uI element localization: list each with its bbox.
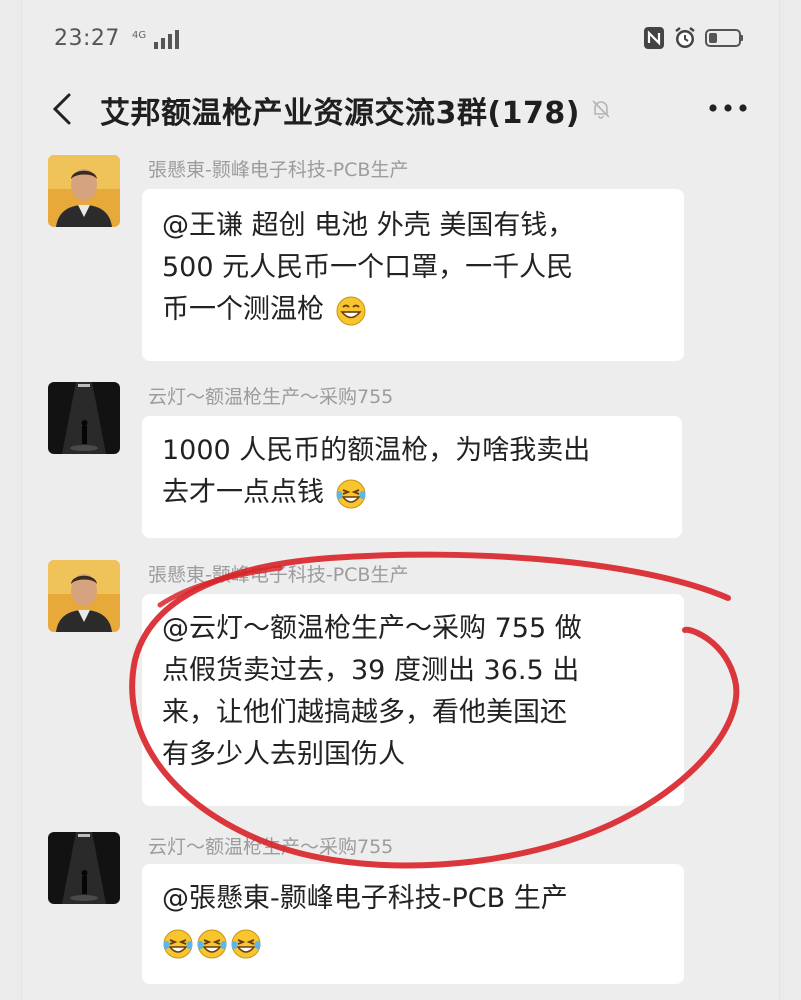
signal-icon: 4G xyxy=(132,28,184,54)
more-options-icon[interactable] xyxy=(707,96,749,120)
man-portrait-icon xyxy=(48,155,120,227)
message-line: 有多少人去别国伤人 xyxy=(162,739,405,770)
sender-name: 張懸東-颢峰电子科技-PCB生产 xyxy=(148,564,409,586)
chat-screen: 23:27 4G 艾邦额温枪产业资源交流3群(178) 張懸東-颢峰电子科技-P… xyxy=(22,0,779,1000)
sender-name: 張懸東-颢峰电子科技-PCB生产 xyxy=(148,159,409,181)
message-bubble[interactable]: 1000 人民币的额温枪，为啥我卖出 去才一点点钱 xyxy=(142,416,682,538)
avatar[interactable] xyxy=(48,382,120,454)
avatar[interactable] xyxy=(48,155,120,227)
mute-bell-icon xyxy=(592,100,610,119)
nfc-icon xyxy=(644,27,664,49)
message-line: @張懸東-颢峰电子科技-PCB 生产 xyxy=(162,883,568,914)
man-portrait-icon xyxy=(48,560,120,632)
message-line: 来，让他们越搞越多，看他美国还 xyxy=(162,697,567,728)
battery-icon xyxy=(705,29,743,47)
message-line: 去才一点点钱 xyxy=(162,477,324,508)
message-line: @王谦 超创 电池 外壳 美国有钱， xyxy=(162,210,575,241)
chat-header: 艾邦额温枪产业资源交流3群(178) xyxy=(22,78,779,138)
laugh-cry-emoji-icon xyxy=(336,479,366,508)
signal-label: 4G xyxy=(132,30,146,41)
dark-stage-figure-icon xyxy=(48,382,120,454)
dark-stage-figure-icon xyxy=(48,832,120,904)
message-line: @云灯～额温枪生产～采购 755 做 xyxy=(162,613,582,644)
message-bubble[interactable]: @王谦 超创 电池 外壳 美国有钱， 500 元人民币一个口罩，一千人民 币一个… xyxy=(142,189,684,361)
sender-name: 云灯～额温枪生产～采购755 xyxy=(148,836,394,858)
laugh-cry-emoji-icon xyxy=(197,929,227,958)
alarm-icon xyxy=(675,27,695,48)
avatar[interactable] xyxy=(48,560,120,632)
message-bubble[interactable]: @云灯～额温枪生产～采购 755 做 点假货卖过去，39 度测出 36.5 出 … xyxy=(142,594,684,806)
avatar[interactable] xyxy=(48,832,120,904)
message-line: 币一个测温枪 xyxy=(162,294,324,325)
laugh-cry-emoji-icon xyxy=(231,929,261,958)
message-line: 1000 人民币的额温枪，为啥我卖出 xyxy=(162,435,591,466)
laugh-cry-emoji-icon xyxy=(163,929,193,958)
status-time: 23:27 xyxy=(54,26,120,51)
back-icon[interactable] xyxy=(50,92,74,126)
sender-name: 云灯～额温枪生产～采购755 xyxy=(148,386,394,408)
grin-emoji-icon xyxy=(336,296,366,325)
message-bubble[interactable]: @張懸東-颢峰电子科技-PCB 生产 xyxy=(142,864,684,984)
message-line: 点假货卖过去，39 度测出 36.5 出 xyxy=(162,655,580,686)
chat-title: 艾邦额温枪产业资源交流3群(178) xyxy=(100,96,580,131)
status-bar: 23:27 4G xyxy=(22,18,779,58)
message-line: 500 元人民币一个口罩，一千人民 xyxy=(162,252,574,283)
